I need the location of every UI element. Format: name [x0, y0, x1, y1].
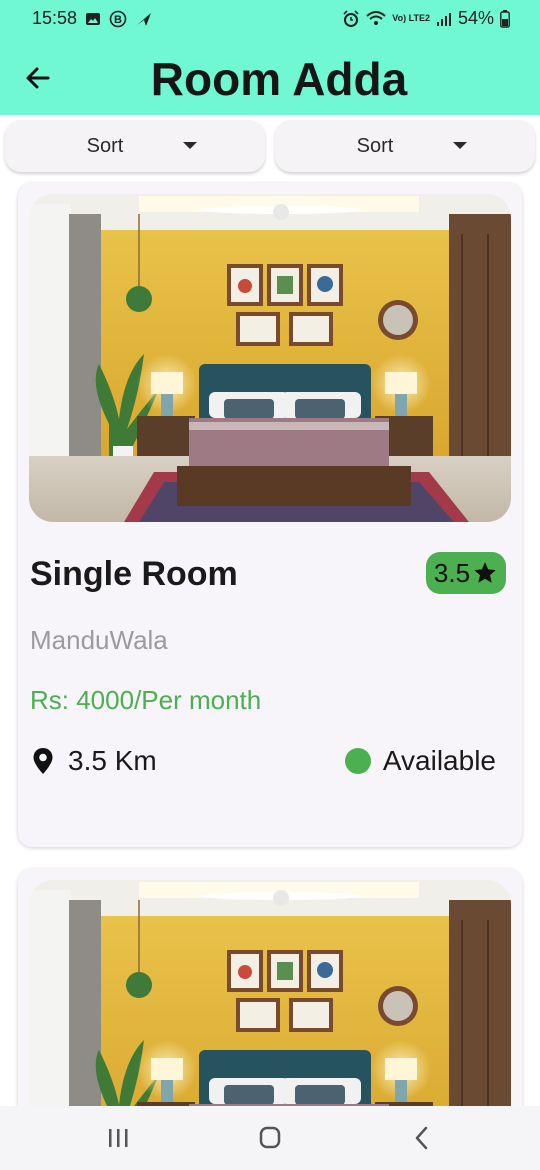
- svg-text:B: B: [114, 14, 122, 26]
- page-title: Room Adda: [150, 53, 408, 105]
- sort-label: Sort: [356, 134, 394, 157]
- status-bar: 15:58 B Vo) LTE2 54%: [0, 0, 540, 40]
- home-icon[interactable]: [250, 1120, 290, 1156]
- sort-label: Sort: [86, 134, 124, 157]
- image-icon: [86, 12, 101, 25]
- wifi-icon: [366, 10, 386, 25]
- room-price: Rs: 4000/Per month: [30, 685, 262, 715]
- b-badge-icon: B: [109, 10, 127, 27]
- rating-badge: 3.5: [426, 552, 506, 594]
- room-name: Single Room: [30, 555, 238, 593]
- signal-icon: [436, 12, 451, 26]
- top-area: 15:58 B Vo) LTE2 54% Room Adda: [0, 0, 540, 115]
- status-left: 15:58 B: [32, 8, 153, 29]
- room-card[interactable]: Single Room 3.5 ManduWala Rs: 4000/Per m…: [18, 183, 522, 847]
- recent-apps-icon[interactable]: [98, 1120, 138, 1156]
- location-pin-icon: [33, 748, 53, 774]
- network-label: Vo) LTE2: [392, 13, 430, 23]
- caret-down-icon: [453, 142, 467, 149]
- sort-button-1[interactable]: Sort: [5, 120, 265, 172]
- rating-value: 3.5: [433, 557, 471, 588]
- status-time: 15:58: [32, 8, 78, 28]
- status-dot-icon: [344, 748, 371, 774]
- availability-row: Available: [344, 745, 496, 777]
- battery-percent: 54%: [457, 8, 494, 28]
- room-photo: [29, 194, 511, 522]
- navigation-bar: [0, 1106, 540, 1170]
- distance-row: 3.5 Km: [30, 745, 157, 777]
- distance-value: 3.5 Km: [68, 745, 157, 776]
- back-icon[interactable]: [402, 1120, 442, 1156]
- location-name: ManduWala: [30, 625, 168, 655]
- send-icon: [137, 12, 152, 26]
- app-bar: Room Adda: [0, 40, 540, 115]
- caret-down-icon: [183, 142, 197, 149]
- battery-icon: [500, 9, 510, 28]
- alarm-icon: [343, 9, 359, 27]
- sort-row: Sort Sort: [0, 120, 540, 172]
- status-badge: Available: [382, 745, 496, 776]
- sort-button-2[interactable]: Sort: [275, 120, 535, 172]
- status-right: Vo) LTE2 54%: [342, 8, 510, 29]
- star-icon: [474, 562, 496, 583]
